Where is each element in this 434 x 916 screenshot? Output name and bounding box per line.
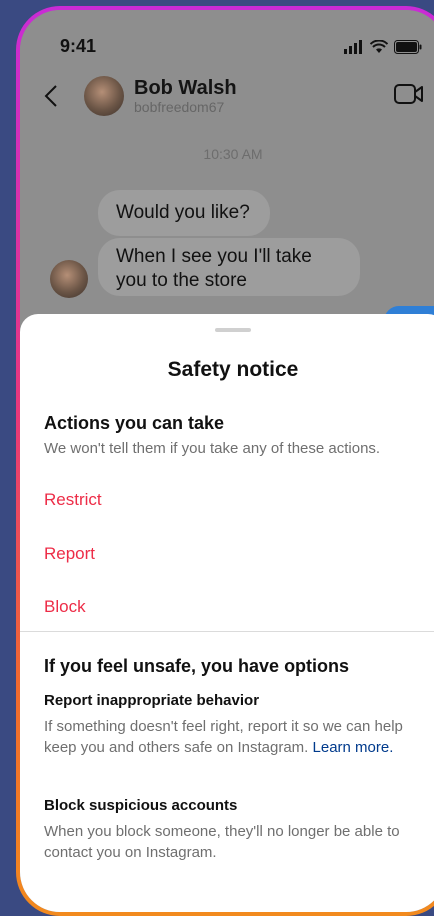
sheet-grabber[interactable] [215, 328, 251, 332]
phone-screen: 9:41 Bob Walsh bobfreedom67 10:30 AM Wou… [20, 10, 434, 912]
phone-frame: 9:41 Bob Walsh bobfreedom67 10:30 AM Wou… [16, 6, 434, 916]
back-button[interactable] [44, 78, 72, 114]
actions-heading: Actions you can take [44, 413, 225, 433]
contact-username: bobfreedom67 [134, 99, 225, 115]
sender-avatar[interactable] [50, 260, 88, 298]
chevron-left-icon [44, 85, 57, 107]
options-heading: If you feel unsafe, you have options [44, 656, 350, 676]
message-bubble[interactable]: Would you like? [98, 190, 270, 236]
signal-icon [344, 39, 362, 54]
avatar[interactable] [84, 76, 124, 116]
safety-notice-sheet: Safety notice Actions you can take We wo… [20, 314, 434, 912]
block-accounts-title: Block suspicious accounts [44, 797, 238, 814]
battery-icon [394, 39, 422, 54]
block-accounts-text: When you block someone, they'll no longe… [44, 823, 400, 861]
video-call-button[interactable] [394, 82, 426, 110]
sheet-title: Safety notice [167, 358, 299, 381]
header-user-info[interactable]: Bob Walsh bobfreedom67 [134, 77, 394, 115]
chat-header: Bob Walsh bobfreedom67 [44, 76, 426, 116]
message-timestamp: 10:30 AM [203, 146, 263, 162]
status-time: 9:41 [60, 36, 97, 56]
block-button[interactable]: Block [44, 597, 86, 617]
restrict-button[interactable]: Restrict [44, 490, 102, 510]
report-behavior-title: Report inappropriate behavior [44, 692, 260, 709]
learn-more-link[interactable]: Learn more. [313, 739, 394, 756]
report-behavior-text: If something doesn't feel right, report … [44, 716, 428, 758]
wifi-icon [370, 39, 388, 53]
status-icons [344, 39, 422, 54]
actions-description: We won't tell them if you take any of th… [44, 440, 381, 457]
report-button[interactable]: Report [44, 544, 95, 564]
message-bubble[interactable]: When I see you I'll take you to the stor… [98, 238, 360, 296]
divider [20, 631, 434, 632]
contact-name: Bob Walsh [134, 77, 237, 99]
video-camera-icon [394, 84, 423, 104]
status-bar: 9:41 [60, 36, 422, 57]
